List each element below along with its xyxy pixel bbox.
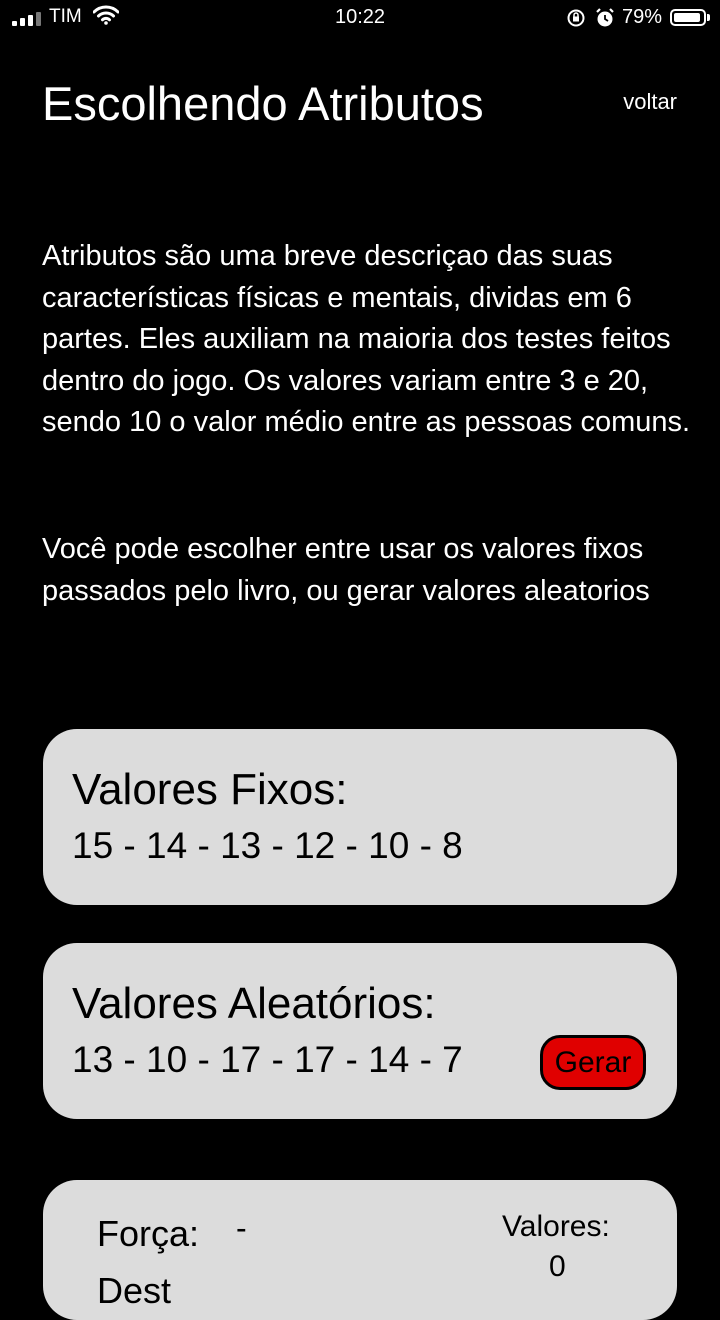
attribute-value-forca[interactable]: - [236,1210,247,1247]
page-title: Escolhendo Atributos [42,77,484,130]
intro-paragraph-choice: Você pode escolher entre usar os valores… [42,533,650,607]
fixed-values-list: 15 - 14 - 13 - 12 - 10 - 8 [72,825,463,866]
battery-percent: 79% [622,6,663,28]
random-values-list: 13 - 10 - 17 - 17 - 14 - 7 [72,1039,463,1080]
random-values-title: Valores Aleatórios: [72,979,436,1028]
alarm-icon [596,8,614,27]
rotation-lock-icon [567,9,585,27]
attributes-card: Força: - Dest Valores: 0 [43,1180,677,1320]
generate-button[interactable]: Gerar [540,1035,646,1090]
fixed-values-title: Valores Fixos: [72,765,348,814]
fixed-values-card[interactable]: Valores Fixos: 15 - 14 - 13 - 12 - 10 - … [43,729,677,905]
attribute-label-next: Dest [97,1270,172,1311]
battery-tip [707,14,710,21]
valores-count: 0 [549,1250,566,1283]
battery-icon [670,9,706,26]
valores-label: Valores: [502,1210,610,1243]
random-values-card[interactable]: Valores Aleatórios: 13 - 10 - 17 - 17 - … [43,943,677,1119]
intro-paragraph: Atributos são uma breve descriçao das su… [42,240,691,438]
status-bar: TIM 10:22 79% [0,0,720,38]
attribute-label-forca: Força: [97,1213,200,1254]
back-link[interactable]: voltar [623,89,677,115]
